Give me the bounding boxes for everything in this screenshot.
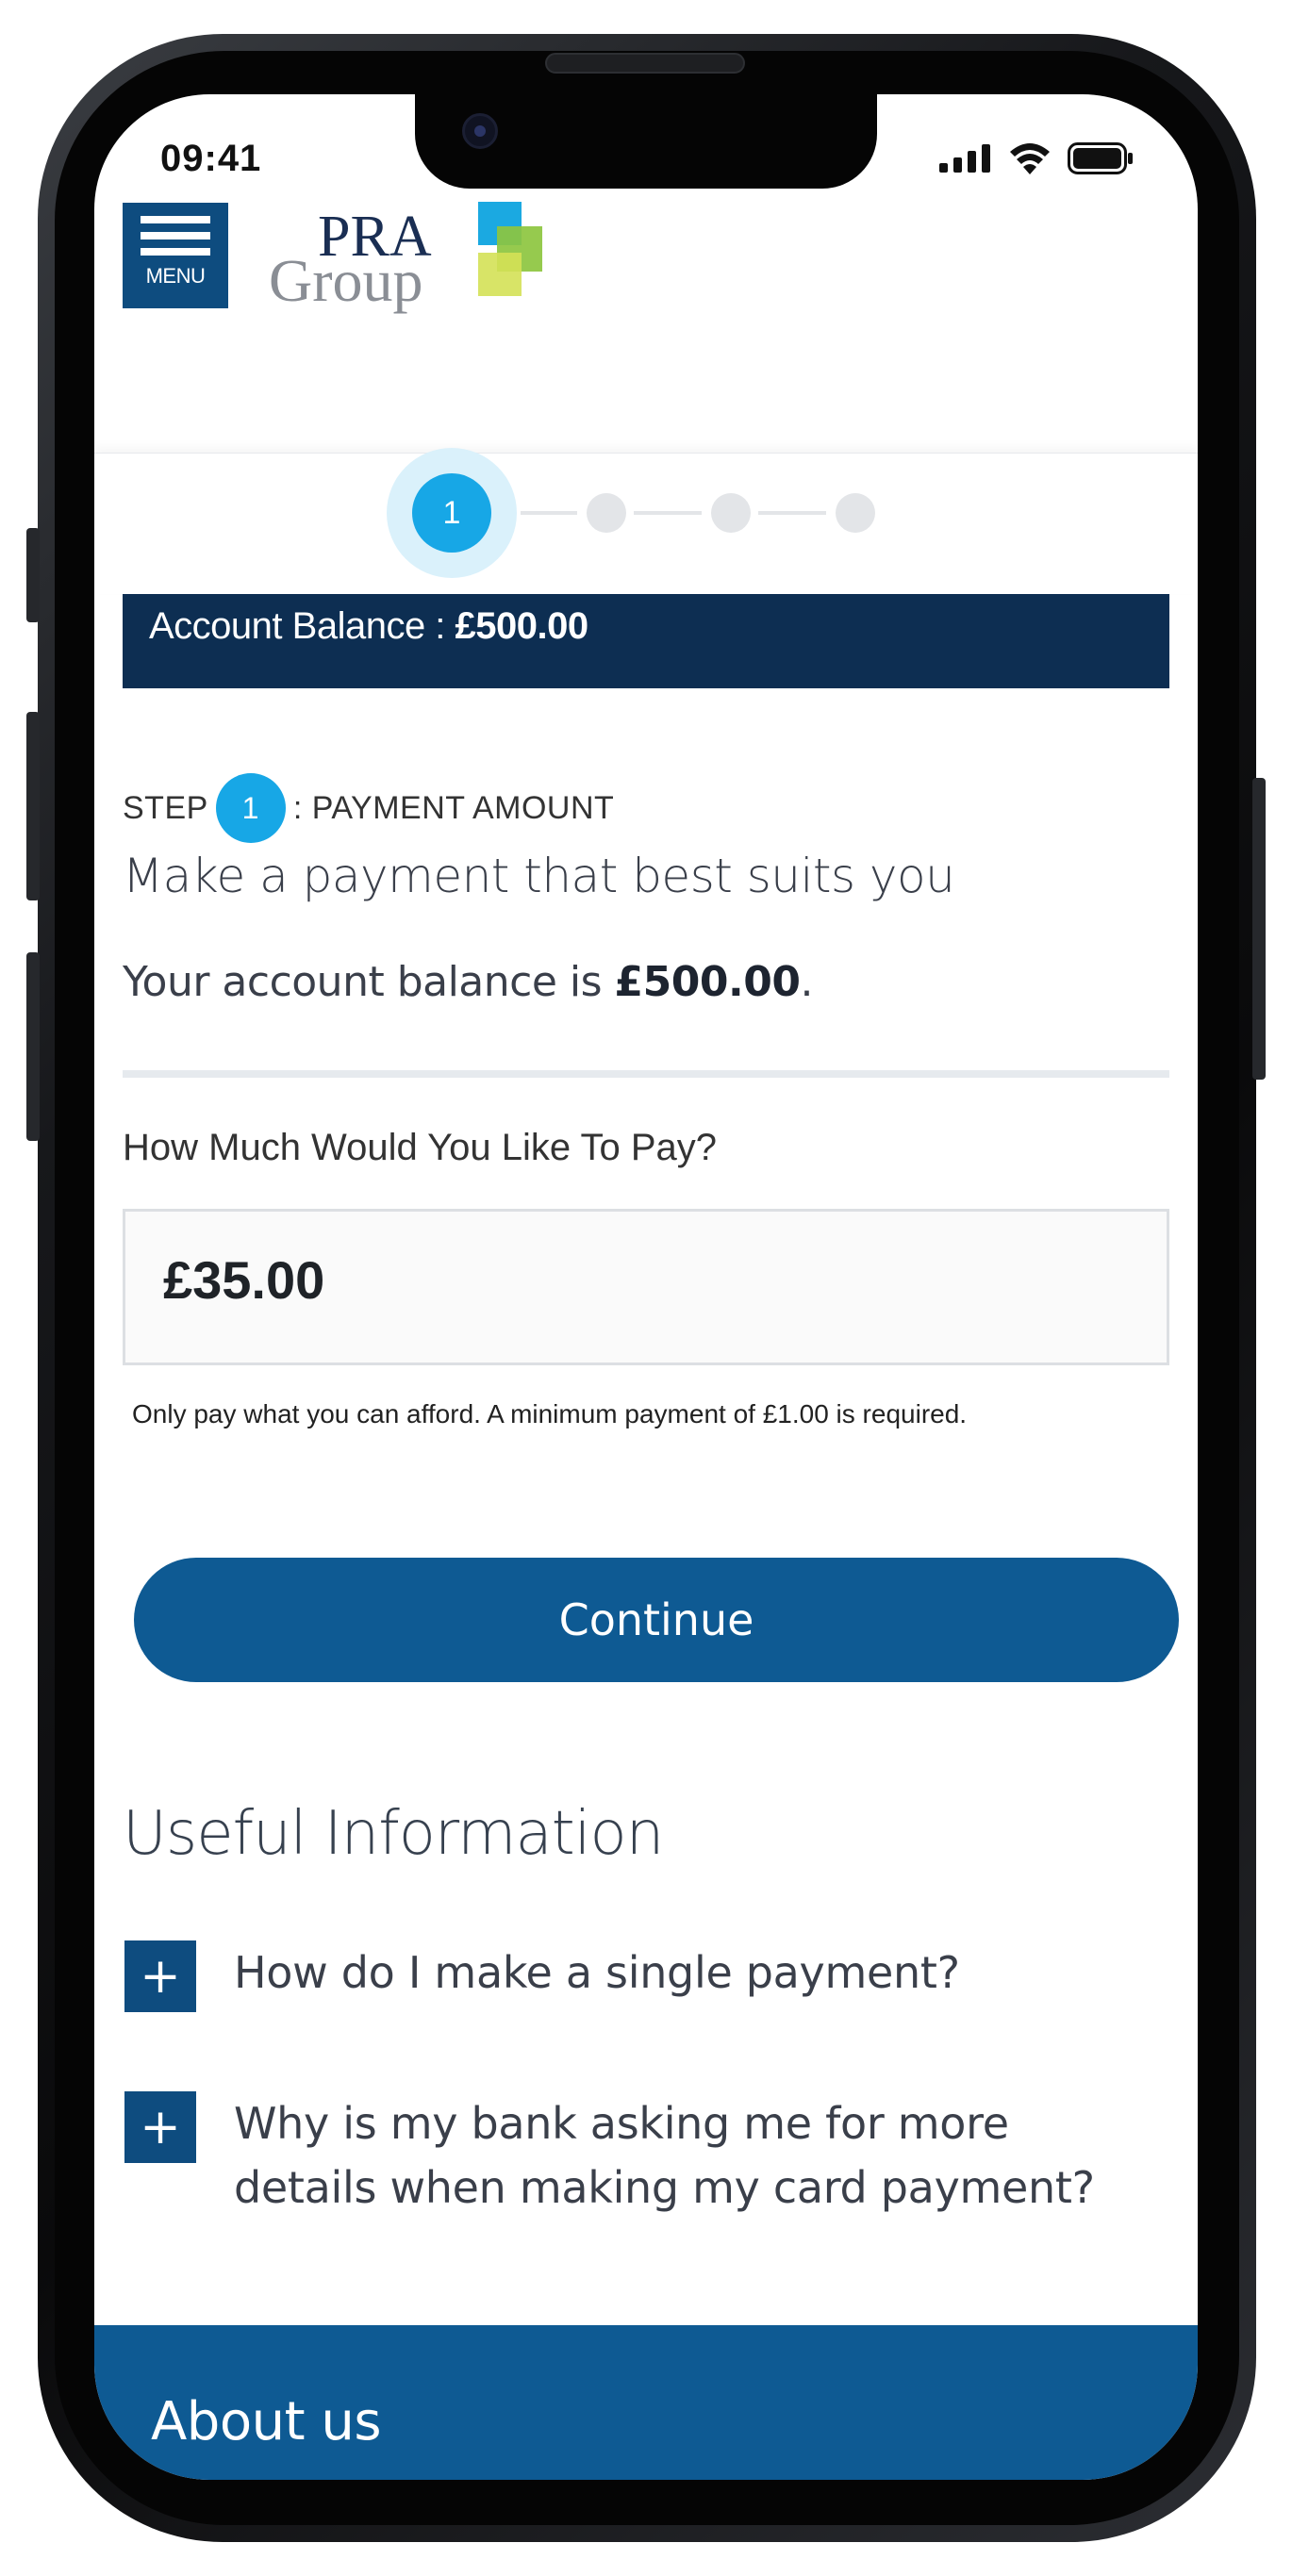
balance-sentence-prefix: Your account balance is	[123, 958, 615, 1006]
step-connector	[521, 511, 577, 515]
pra-group-logo[interactable]: PRA Group	[269, 200, 552, 318]
mute-switch	[26, 528, 40, 622]
progress-stepper	[94, 453, 1198, 594]
footer: About us	[94, 2325, 1198, 2480]
amount-field[interactable]	[123, 1209, 1169, 1365]
volume-down-button	[26, 952, 40, 1141]
menu-button[interactable]: MENU	[123, 203, 228, 308]
battery-icon	[1068, 142, 1133, 174]
earpiece-speaker	[545, 53, 745, 74]
phone-screen: 09:41 MENU PRA Group 1 Account Balance:…	[94, 94, 1198, 2480]
step-1-indicator: 1	[412, 473, 491, 553]
faq-question[interactable]: How do I make a single payment?	[234, 1940, 960, 2005]
step-2-indicator	[587, 493, 626, 533]
balance-banner-label: Account Balance :	[149, 605, 456, 647]
page-headline: Make a payment that best suits you	[123, 849, 955, 903]
volume-up-button	[26, 712, 40, 900]
balance-banner-value: £500.00	[455, 605, 589, 647]
step-4-indicator	[836, 493, 875, 533]
menu-label: MENU	[145, 264, 206, 288]
section-divider	[123, 1070, 1169, 1078]
amount-input[interactable]	[163, 1249, 1106, 1311]
logo-square-yellow	[478, 253, 522, 296]
faq-item[interactable]: + Why is my bank asking me for more deta…	[124, 2091, 1162, 2220]
step-connector	[634, 511, 702, 515]
hamburger-bar	[141, 248, 210, 256]
faq-item[interactable]: + How do I make a single payment?	[124, 1940, 1162, 2012]
hamburger-icon	[141, 216, 210, 223]
balance-sentence-value: £500.00	[614, 958, 801, 1006]
step-heading: STEP 1 : PAYMENT AMOUNT	[123, 773, 614, 843]
wifi-icon	[1010, 143, 1050, 174]
front-camera-icon	[462, 113, 498, 149]
faq-question[interactable]: Why is my bank asking me for more detail…	[234, 2091, 1139, 2220]
plus-icon[interactable]: +	[124, 2091, 196, 2163]
step-suffix: : PAYMENT AMOUNT	[292, 789, 615, 826]
cellular-signal-icon	[939, 144, 990, 173]
amount-question-label: How Much Would You Like To Pay?	[123, 1127, 718, 1168]
account-balance-banner: Account Balance : £500.00	[123, 594, 1169, 688]
footer-about-us[interactable]: About us	[151, 2391, 382, 2452]
status-icons	[939, 141, 1134, 175]
step-connector	[758, 511, 826, 515]
step-number-badge: 1	[215, 773, 286, 843]
hamburger-bar	[141, 232, 210, 239]
balance-sentence: Your account balance is £500.00.	[123, 958, 813, 1006]
plus-icon[interactable]: +	[124, 1940, 196, 2012]
logo-text-group: Group	[269, 247, 423, 314]
notch	[415, 94, 877, 189]
minimum-payment-hint: Only pay what you can afford. A minimum …	[132, 1399, 968, 1428]
continue-button[interactable]: Continue	[134, 1558, 1179, 1682]
balance-sentence-suffix: .	[800, 958, 813, 1006]
step-prefix: STEP	[123, 789, 208, 826]
useful-information-title: Useful Information	[123, 1799, 664, 1869]
power-button	[1252, 778, 1266, 1080]
step-3-indicator	[711, 493, 751, 533]
status-time: 09:41	[160, 138, 262, 179]
